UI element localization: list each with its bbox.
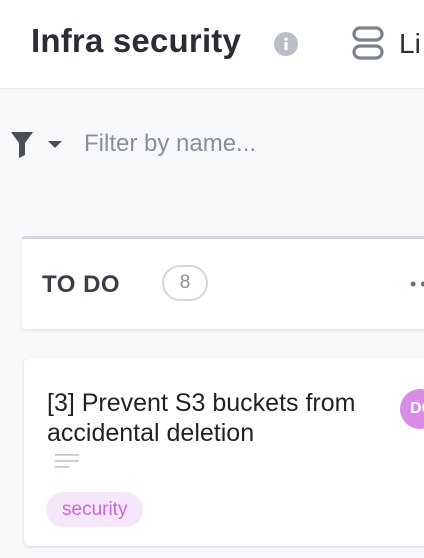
filter-by-name-input[interactable]: [84, 126, 414, 162]
page-header: Infra security Li: [0, 0, 424, 89]
task-card[interactable]: [3] Prevent S3 buckets from accidental d…: [24, 358, 424, 546]
column-header-todo: TO DO 8 ••: [22, 236, 424, 329]
assignee-avatar[interactable]: DO: [400, 389, 424, 429]
tag-security[interactable]: security: [46, 492, 144, 527]
board-page: Infra security Li TO DO 8 •• [3] Prevent…: [0, 0, 424, 558]
description-icon: [55, 454, 79, 468]
task-title[interactable]: [3] Prevent S3 buckets from accidental d…: [47, 388, 387, 448]
column-title: TO DO: [42, 271, 121, 298]
more-dots-icon[interactable]: ••: [410, 275, 424, 293]
filter-icon: [11, 132, 62, 158]
page-title: Infra security: [31, 22, 242, 59]
filter-dropdown-button[interactable]: [10, 130, 66, 160]
list-view-label: Li: [399, 28, 421, 59]
info-icon[interactable]: [274, 32, 298, 56]
list-view-icon: [352, 26, 384, 60]
task-count-badge: 8: [162, 265, 208, 301]
